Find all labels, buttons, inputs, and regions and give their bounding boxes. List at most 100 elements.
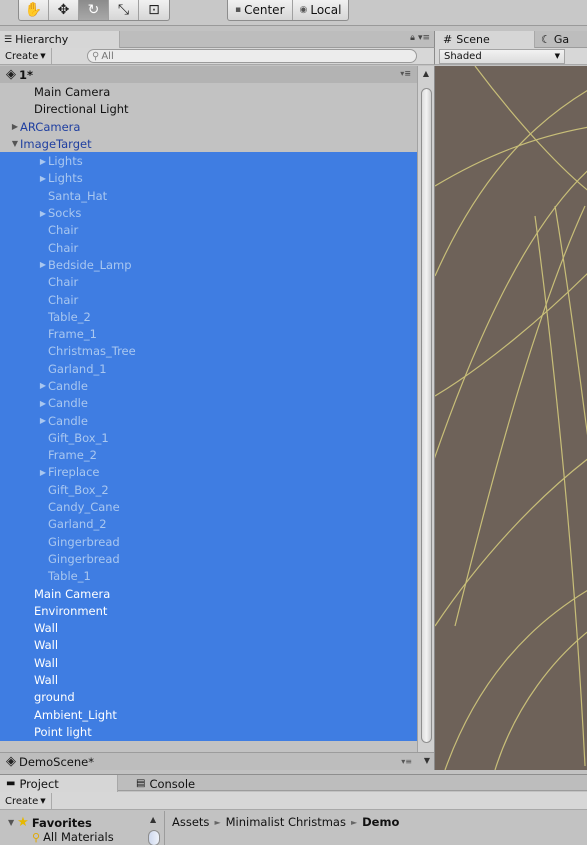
hierarchy-item[interactable]: Wall — [0, 654, 417, 672]
scroll-up-icon[interactable]: ▲ — [150, 815, 156, 824]
hierarchy-item-label: Lights — [48, 154, 83, 169]
scroll-up-icon[interactable]: ▲ — [418, 66, 434, 80]
hierarchy-item[interactable]: Garland_1 — [0, 360, 417, 378]
hierarchy-item[interactable]: Chair — [0, 290, 417, 309]
hierarchy-create-button[interactable]: Create ▼ — [0, 48, 52, 64]
tab-project[interactable]: ▬ Project — [0, 775, 118, 792]
scale-tool-button[interactable]: ⤡ — [109, 0, 139, 20]
expand-right-icon[interactable]: ▶ — [38, 399, 48, 408]
hierarchy-item-label: Ambient_Light — [34, 707, 117, 722]
hierarchy-item[interactable]: Table_2 — [0, 308, 417, 326]
panel-menu-icon[interactable]: ▾≡ — [418, 33, 430, 43]
hierarchy-item[interactable]: Chair — [0, 238, 417, 257]
hierarchy-item[interactable]: ▶ ARCamera — [0, 118, 417, 135]
hierarchy-item[interactable]: Main Camera — [0, 83, 417, 100]
unity-scene-icon: ◈ — [6, 754, 16, 769]
hierarchy-item[interactable]: ▶ Candle — [0, 411, 417, 430]
hierarchy-item-label: Gingerbread — [48, 551, 120, 566]
tab-console[interactable]: ▤ Console — [136, 775, 195, 792]
hierarchy-item-label: Wall — [34, 638, 59, 653]
expand-right-icon[interactable]: ▶ — [10, 122, 20, 131]
chevron-down-icon: ▼ — [40, 52, 46, 60]
scroll-thumb[interactable] — [421, 88, 432, 743]
hierarchy-item[interactable]: Gift_Box_2 — [0, 481, 417, 499]
hierarchy-item[interactable]: Frame_1 — [0, 325, 417, 343]
favorites-item[interactable]: ▼ ★ Favorites — [8, 815, 92, 830]
hierarchy-item[interactable]: Wall — [0, 619, 417, 637]
scene-tabbar: # Scene ☾ Ga — [434, 31, 587, 48]
hierarchy-item[interactable]: ▶ Socks — [0, 204, 417, 222]
hierarchy-item[interactable]: ground — [0, 688, 417, 706]
hierarchy-item[interactable]: Chair — [0, 273, 417, 291]
hierarchy-item[interactable]: Table_1 — [0, 567, 417, 585]
scene-menu-icon[interactable]: ▾≡ — [400, 69, 411, 78]
hand-tool-button[interactable]: ✋ — [19, 0, 49, 20]
hierarchy-item[interactable]: Garland_2 — [0, 515, 417, 534]
hierarchy-item[interactable]: Main Camera — [0, 584, 417, 603]
grid-icon: # — [443, 33, 453, 46]
hierarchy-item[interactable]: Gingerbread — [0, 533, 417, 551]
hierarchy-search[interactable]: ⚲ — [87, 49, 417, 63]
hierarchy-item[interactable]: Santa_Hat — [0, 187, 417, 205]
hierarchy-search-input[interactable] — [101, 50, 362, 62]
expand-right-icon[interactable]: ▶ — [38, 381, 48, 390]
scene-row-1[interactable]: ◈ 1* ▾≡ — [0, 66, 417, 84]
hierarchy-item-label: Garland_2 — [48, 517, 107, 532]
hierarchy-item[interactable]: Wall — [0, 671, 417, 689]
demo-scene-menu-icon[interactable]: ▾≡ — [401, 757, 412, 766]
breadcrumb-item[interactable]: Assets — [172, 815, 209, 829]
expand-right-icon[interactable]: ▶ — [38, 174, 48, 183]
hierarchy-item[interactable]: ▶ Bedside_Lamp — [0, 256, 417, 274]
rect-tool-button[interactable]: ⊡ — [139, 0, 169, 20]
hierarchy-item-label: Directional Light — [34, 102, 129, 117]
hierarchy-item[interactable]: ▶ Candle — [0, 394, 417, 412]
expand-right-icon[interactable]: ▶ — [38, 209, 48, 218]
rotate-tool-button[interactable]: ↻ — [79, 0, 109, 20]
all-materials-item[interactable]: ⚲ All Materials — [32, 830, 114, 844]
tab-game[interactable]: ☾ Ga — [541, 31, 569, 48]
expand-down-icon[interactable]: ▼ — [10, 139, 20, 148]
hierarchy-item-label: Environment — [34, 603, 108, 618]
hierarchy-item[interactable]: Directional Light — [0, 101, 417, 118]
project-create-button[interactable]: Create ▼ — [0, 793, 52, 809]
hierarchy-scrollbar[interactable]: ▲ — [417, 66, 434, 760]
gizmo-arc — [454, 205, 586, 627]
scroll-down-icon[interactable]: ▼ — [424, 756, 430, 765]
tab-scene[interactable]: # Scene — [435, 31, 535, 48]
hierarchy-item[interactable]: Wall — [0, 636, 417, 655]
hierarchy-item[interactable]: ▶ Lights — [0, 169, 417, 188]
hierarchy-item[interactable]: ▶ Candle — [0, 377, 417, 395]
hierarchy-item[interactable]: Candy_Cane — [0, 498, 417, 516]
expand-right-icon[interactable]: ▶ — [38, 157, 48, 166]
scene-toolbar: Shaded ▼ — [434, 48, 587, 65]
hierarchy-item[interactable]: Christmas_Tree — [0, 342, 417, 361]
shading-mode-label: Shaded — [444, 51, 482, 62]
lock-icon[interactable]: 🔒︎ — [410, 33, 415, 43]
hierarchy-item[interactable]: Gift_Box_1 — [0, 429, 417, 447]
pivot-center-button[interactable]: ▪ Center — [228, 0, 293, 20]
hierarchy-item[interactable]: Frame_2 — [0, 446, 417, 464]
scene-viewport[interactable] — [434, 66, 587, 770]
hierarchy-item-label: Christmas_Tree — [48, 344, 136, 359]
hierarchy-item[interactable]: Ambient_Light — [0, 705, 417, 724]
hierarchy-item[interactable]: ▼ ImageTarget — [0, 135, 417, 152]
hierarchy-item[interactable]: Point light — [0, 723, 417, 741]
tab-hierarchy[interactable]: ☰ Hierarchy — [0, 31, 120, 48]
scroll-thumb[interactable] — [148, 830, 160, 845]
expand-arrow-icon[interactable]: ▼ — [8, 818, 14, 827]
hierarchy-item[interactable]: ▶ Lights — [0, 152, 417, 170]
pivot-local-button[interactable]: ◉ Local — [293, 0, 349, 20]
move-tool-button[interactable]: ✥ — [49, 0, 79, 20]
breadcrumb-item[interactable]: Demo — [362, 815, 399, 829]
hierarchy-item[interactable]: Environment — [0, 602, 417, 620]
hierarchy-item[interactable]: Gingerbread — [0, 550, 417, 568]
demo-scene-row[interactable]: ◈ DemoScene* ▾≡ ▼ — [0, 752, 434, 770]
expand-right-icon[interactable]: ▶ — [38, 416, 48, 425]
hierarchy-item[interactable]: ▶ Fireplace — [0, 463, 417, 482]
hierarchy-item[interactable]: Chair — [0, 221, 417, 239]
breadcrumb-item[interactable]: Minimalist Christmas — [226, 815, 346, 829]
expand-right-icon[interactable]: ▶ — [38, 468, 48, 477]
expand-right-icon[interactable]: ▶ — [38, 260, 48, 269]
hierarchy-item-label: Candle — [48, 413, 88, 428]
shading-mode-dropdown[interactable]: Shaded ▼ — [439, 49, 565, 64]
